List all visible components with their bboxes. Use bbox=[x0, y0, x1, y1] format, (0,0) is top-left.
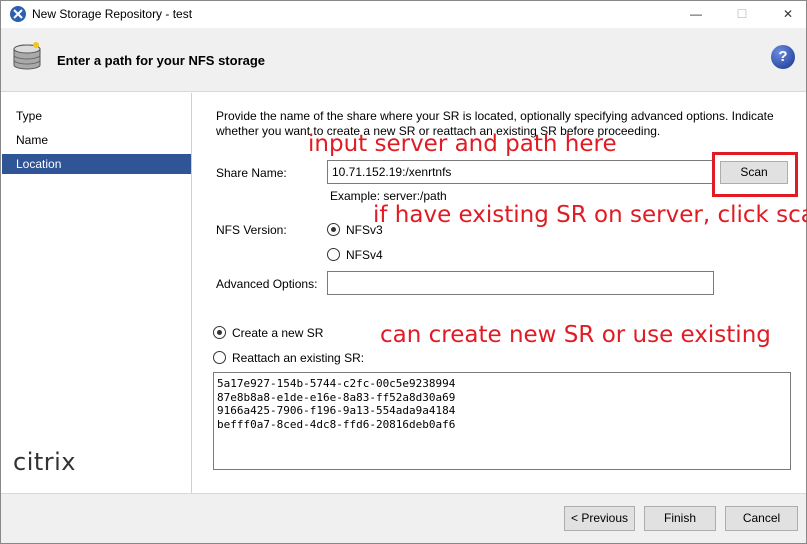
nfsv3-radio[interactable] bbox=[327, 223, 340, 236]
sidebar-item-name[interactable]: Name bbox=[2, 130, 191, 150]
example-hint: Example: server:/path bbox=[330, 189, 447, 203]
wizard-footer: < Previous Finish Cancel bbox=[1, 493, 806, 543]
share-name-label: Share Name: bbox=[216, 166, 287, 180]
storage-disk-icon bbox=[11, 41, 43, 73]
annotation-create-hint: can create new SR or use existing bbox=[380, 322, 771, 348]
previous-button[interactable]: < Previous bbox=[564, 506, 635, 531]
minimize-button[interactable]: — bbox=[673, 1, 719, 27]
location-panel: Provide the name of the share where your… bbox=[193, 93, 807, 493]
finish-button[interactable]: Finish bbox=[644, 506, 716, 531]
list-item[interactable]: 87e8b8a8-e1de-e16e-8a83-ff52a8d30a69 bbox=[217, 391, 787, 405]
wizard-window: New Storage Repository - test — ☐ ✕ Ente… bbox=[0, 0, 807, 544]
nfsv4-radio[interactable] bbox=[327, 248, 340, 261]
list-item[interactable]: befff0a7-8ced-4dc8-ffd6-20816deb0af6 bbox=[217, 418, 787, 432]
maximize-button[interactable]: ☐ bbox=[719, 1, 765, 27]
sidebar-item-type[interactable]: Type bbox=[2, 106, 191, 126]
wizard-header: Enter a path for your NFS storage ? bbox=[1, 28, 806, 92]
xencenter-app-icon bbox=[10, 6, 26, 22]
list-item[interactable]: 5a17e927-154b-5744-c2fc-00c5e9238994 bbox=[217, 377, 787, 391]
nfs-version-label: NFS Version: bbox=[216, 223, 287, 237]
window-title: New Storage Repository - test bbox=[32, 7, 193, 21]
annotation-input-hint: input server and path here bbox=[308, 131, 617, 157]
reattach-sr-label[interactable]: Reattach an existing SR: bbox=[232, 351, 364, 365]
citrix-logo: citrix bbox=[13, 448, 77, 476]
cancel-button[interactable]: Cancel bbox=[725, 506, 798, 531]
advanced-options-label: Advanced Options: bbox=[216, 277, 318, 291]
existing-sr-list[interactable]: 5a17e927-154b-5744-c2fc-00c5e9238994 87e… bbox=[213, 372, 791, 470]
create-new-sr-radio[interactable] bbox=[213, 326, 226, 339]
share-name-input[interactable]: 10.71.152.19:/xenrtnfs bbox=[327, 160, 713, 184]
close-button[interactable]: ✕ bbox=[765, 1, 807, 27]
annotation-scan-hint: if have existing SR on server, click sca… bbox=[373, 202, 807, 228]
title-bar: New Storage Repository - test — ☐ ✕ bbox=[1, 1, 806, 27]
sidebar-item-location[interactable]: Location bbox=[2, 154, 191, 174]
page-title: Enter a path for your NFS storage bbox=[57, 53, 266, 68]
create-new-sr-label[interactable]: Create a new SR bbox=[232, 326, 323, 340]
scan-button[interactable]: Scan bbox=[720, 161, 788, 184]
help-icon[interactable]: ? bbox=[771, 45, 795, 69]
advanced-options-input[interactable] bbox=[327, 271, 714, 295]
nfsv4-label[interactable]: NFSv4 bbox=[346, 248, 383, 262]
wizard-steps-sidebar: Type Name Location citrix bbox=[1, 93, 192, 493]
list-item[interactable]: 9166a425-7906-f196-9a13-554ada9a4184 bbox=[217, 404, 787, 418]
reattach-sr-radio[interactable] bbox=[213, 351, 226, 364]
